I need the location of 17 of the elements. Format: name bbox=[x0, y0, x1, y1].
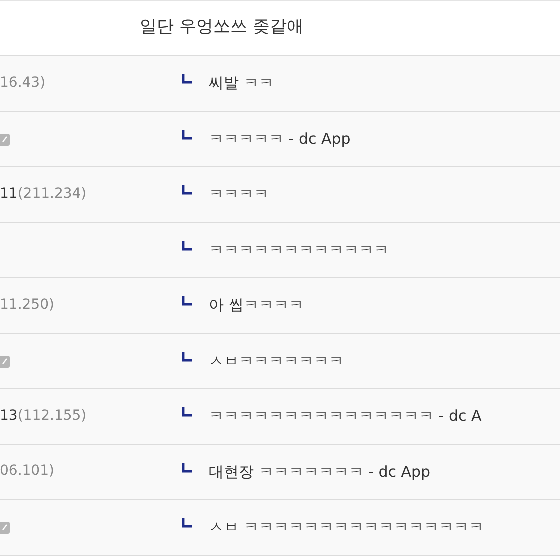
ip-address: 11.250) bbox=[0, 296, 54, 315]
ip-address: 16.43) bbox=[0, 74, 46, 93]
reply-text: ㅋㅋㅋㅋㅋ - dc App bbox=[209, 128, 351, 150]
reply-text: ㅋㅋㅋㅋㅋㅋㅋㅋㅋㅋㅋㅋㅋㅋㅋ - dc A bbox=[209, 406, 482, 427]
ip-address: 06.101) bbox=[0, 462, 54, 482]
reply-text: ㅋㅋㅋㅋㅋㅋㅋㅋㅋㅋㅋㅋ bbox=[209, 240, 389, 260]
reply-text: ㅋㅋㅋㅋ bbox=[209, 184, 269, 205]
reply-text: ㅅㅂ ㅋㅋㅋㅋㅋㅋㅋㅋㅋㅋㅋㅋㅋㅋㅋㅋ bbox=[209, 517, 484, 538]
nickname: 11 bbox=[0, 184, 18, 204]
reply-text: 씨발 ㅋㅋ bbox=[209, 73, 274, 94]
reply-text: ㅅㅂㅋㅋㅋㅋㅋㅋㅋ bbox=[209, 350, 344, 372]
comment-text: 일단 우엉쏘쓰 좆같애 bbox=[140, 16, 304, 40]
ip-address: (112.155) bbox=[18, 406, 87, 426]
nickname: 13 bbox=[0, 406, 18, 426]
reply-text: 아 씹ㅋㅋㅋㅋ bbox=[209, 295, 304, 316]
reply-text: 대현장 ㅋㅋㅋㅋㅋㅋㅋ - dc App bbox=[209, 462, 431, 482]
ip-address: (211.234) bbox=[18, 184, 87, 204]
